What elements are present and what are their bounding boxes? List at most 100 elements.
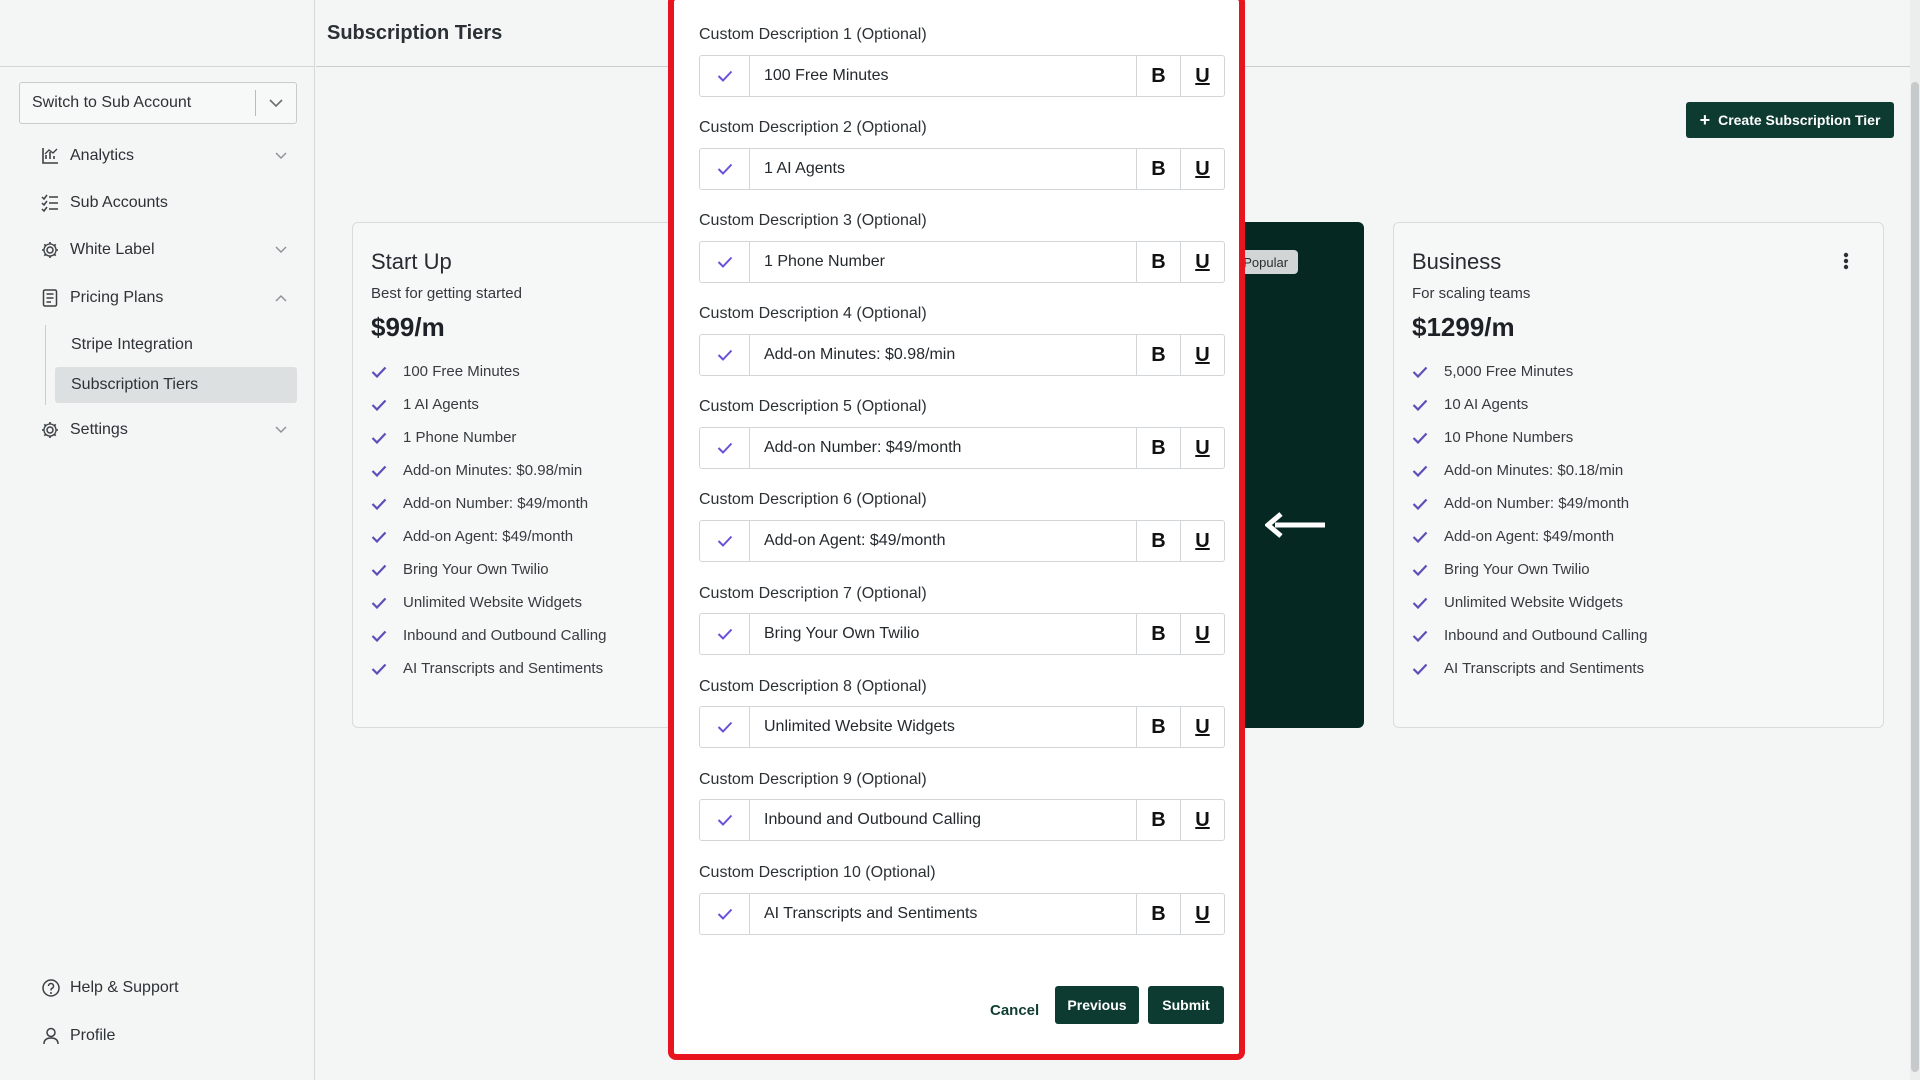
underline-icon[interactable]: U	[1180, 614, 1224, 654]
bold-icon[interactable]: B	[1136, 521, 1180, 561]
check-icon[interactable]	[700, 521, 750, 561]
sidebar-item-white-label[interactable]: White Label	[40, 235, 290, 265]
chart-icon	[40, 146, 60, 166]
create-subscription-tier-button[interactable]: + Create Subscription Tier	[1686, 102, 1894, 138]
check-icon	[371, 366, 403, 378]
chevron-down-icon[interactable]	[256, 98, 296, 108]
custom-description-6-field: Add-on Agent: $49/month B U	[699, 520, 1225, 562]
custom-description-input[interactable]: Inbound and Outbound Calling	[750, 800, 1136, 840]
create-button-label: Create Subscription Tier	[1718, 112, 1881, 128]
bold-icon[interactable]: B	[1136, 56, 1180, 96]
switch-account-label: Switch to Sub Account	[32, 94, 192, 111]
bold-icon[interactable]: B	[1136, 428, 1180, 468]
field-label: Custom Description 3 (Optional)	[699, 212, 927, 229]
check-icon[interactable]	[700, 149, 750, 189]
scrollbar-thumb[interactable]	[1911, 82, 1919, 1072]
check-icon	[1412, 432, 1444, 444]
underline-icon[interactable]: U	[1180, 800, 1224, 840]
help-support-link[interactable]: Help & Support	[40, 974, 179, 1002]
checklist-icon	[40, 193, 60, 213]
field-label: Custom Description 4 (Optional)	[699, 305, 927, 322]
chevron-down-icon	[272, 426, 290, 434]
user-icon	[40, 1027, 62, 1045]
underline-icon[interactable]: U	[1180, 894, 1224, 934]
field-label: Custom Description 1 (Optional)	[699, 26, 927, 43]
check-icon[interactable]	[700, 335, 750, 375]
arrow-left-icon	[1264, 511, 1327, 544]
check-icon[interactable]	[700, 428, 750, 468]
sidebar-header	[0, 0, 314, 67]
sidebar-subitem-stripe-integration[interactable]: Stripe Integration	[55, 327, 297, 363]
check-icon[interactable]	[700, 242, 750, 282]
custom-description-5-field: Add-on Number: $49/month B U	[699, 427, 1225, 469]
profile-label: Profile	[70, 1027, 116, 1044]
bold-icon[interactable]: B	[1136, 335, 1180, 375]
underline-icon[interactable]: U	[1180, 521, 1224, 561]
underline-icon[interactable]: U	[1180, 428, 1224, 468]
custom-description-4-field: Add-on Minutes: $0.98/min B U	[699, 334, 1225, 376]
cancel-button[interactable]: Cancel	[990, 1002, 1039, 1019]
underline-icon[interactable]: U	[1180, 335, 1224, 375]
check-icon	[1412, 630, 1444, 642]
sidebar-item-pricing-plans[interactable]: Pricing Plans	[40, 283, 290, 313]
underline-icon[interactable]: U	[1180, 707, 1224, 747]
underline-icon[interactable]: U	[1180, 242, 1224, 282]
bold-icon[interactable]: B	[1136, 614, 1180, 654]
feature-item: AI Transcripts and Sentiments	[1412, 652, 1883, 685]
field-label: Custom Description 9 (Optional)	[699, 771, 927, 788]
bold-icon[interactable]: B	[1136, 894, 1180, 934]
profile-link[interactable]: Profile	[40, 1022, 115, 1050]
custom-description-9-field: Inbound and Outbound Calling B U	[699, 799, 1225, 841]
custom-description-2-field: 1 AI Agents B U	[699, 148, 1225, 190]
plus-icon: +	[1699, 109, 1711, 130]
sidebar-item-label: Pricing Plans	[70, 289, 164, 306]
check-icon[interactable]	[700, 707, 750, 747]
sidebar-subitem-label: Subscription Tiers	[71, 376, 199, 393]
switch-account-select[interactable]: Switch to Sub Account	[19, 82, 297, 124]
check-icon	[1412, 465, 1444, 477]
check-icon	[371, 663, 403, 675]
custom-description-input[interactable]: Bring Your Own Twilio	[750, 614, 1136, 654]
underline-icon[interactable]: U	[1180, 56, 1224, 96]
custom-description-input[interactable]: 100 Free Minutes	[750, 56, 1136, 96]
custom-description-input[interactable]: Add-on Number: $49/month	[750, 428, 1136, 468]
custom-description-input[interactable]: 1 AI Agents	[750, 149, 1136, 189]
sidebar-subitem-label: Stripe Integration	[71, 336, 193, 353]
check-icon[interactable]	[700, 894, 750, 934]
check-icon[interactable]	[700, 614, 750, 654]
bold-icon[interactable]: B	[1136, 149, 1180, 189]
sidebar-item-settings[interactable]: Settings	[40, 415, 290, 445]
previous-button[interactable]: Previous	[1055, 986, 1139, 1024]
check-icon	[371, 498, 403, 510]
check-icon	[371, 399, 403, 411]
chevron-down-icon	[272, 152, 290, 160]
custom-description-input[interactable]: 1 Phone Number	[750, 242, 1136, 282]
check-icon	[371, 564, 403, 576]
check-icon[interactable]	[700, 800, 750, 840]
sidebar-item-sub-accounts[interactable]: Sub Accounts	[40, 188, 290, 218]
sidebar-item-analytics[interactable]: Analytics	[40, 141, 290, 171]
custom-description-input[interactable]: AI Transcripts and Sentiments	[750, 894, 1136, 934]
tier-title: Business	[1412, 249, 1502, 274]
feature-item: Add-on Agent: $49/month	[1412, 520, 1883, 553]
custom-description-input[interactable]: Unlimited Website Widgets	[750, 707, 1136, 747]
check-icon[interactable]	[700, 56, 750, 96]
underline-icon[interactable]: U	[1180, 149, 1224, 189]
kebab-menu-icon[interactable]	[1843, 252, 1849, 275]
check-icon	[371, 531, 403, 543]
submit-button[interactable]: Submit	[1148, 986, 1224, 1024]
bold-icon[interactable]: B	[1136, 242, 1180, 282]
custom-description-input[interactable]: Add-on Minutes: $0.98/min	[750, 335, 1136, 375]
tier-subtitle: For scaling teams	[1412, 285, 1531, 302]
check-icon	[371, 432, 403, 444]
bold-icon[interactable]: B	[1136, 707, 1180, 747]
check-icon	[1412, 663, 1444, 675]
feature-item: Unlimited Website Widgets	[1412, 586, 1883, 619]
sidebar-subitem-subscription-tiers[interactable]: Subscription Tiers	[55, 367, 297, 403]
custom-description-input[interactable]: Add-on Agent: $49/month	[750, 521, 1136, 561]
custom-description-3-field: 1 Phone Number B U	[699, 241, 1225, 283]
page-title: Subscription Tiers	[327, 22, 503, 44]
feature-item: 5,000 Free Minutes	[1412, 355, 1883, 388]
bold-icon[interactable]: B	[1136, 800, 1180, 840]
check-icon	[371, 630, 403, 642]
